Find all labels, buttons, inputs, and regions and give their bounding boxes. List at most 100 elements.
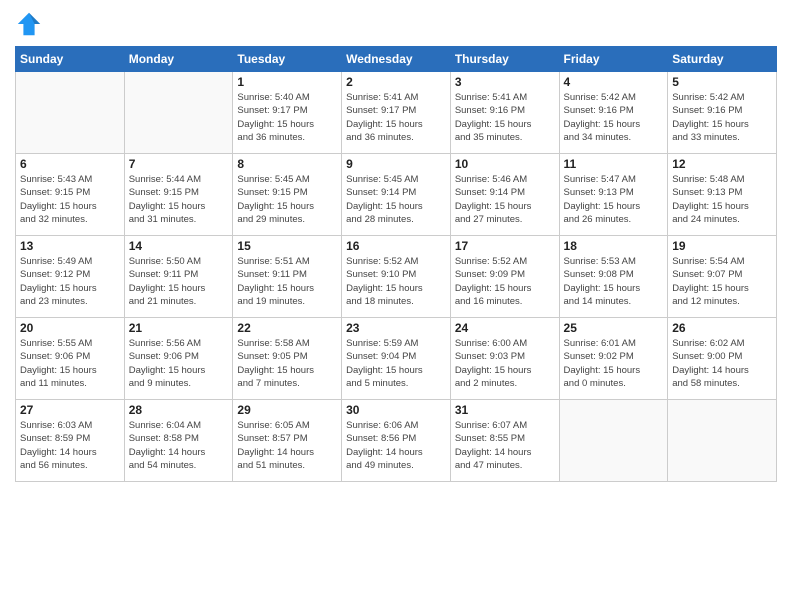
day-number: 20 (20, 321, 120, 335)
page: SundayMondayTuesdayWednesdayThursdayFrid… (0, 0, 792, 612)
weekday-header-thursday: Thursday (450, 47, 559, 72)
day-number: 5 (672, 75, 772, 89)
day-number: 4 (564, 75, 664, 89)
calendar-cell: 5Sunrise: 5:42 AM Sunset: 9:16 PM Daylig… (668, 72, 777, 154)
day-info: Sunrise: 5:54 AM Sunset: 9:07 PM Dayligh… (672, 255, 772, 308)
day-info: Sunrise: 6:00 AM Sunset: 9:03 PM Dayligh… (455, 337, 555, 390)
day-number: 3 (455, 75, 555, 89)
day-info: Sunrise: 6:07 AM Sunset: 8:55 PM Dayligh… (455, 419, 555, 472)
header (15, 10, 777, 38)
day-info: Sunrise: 5:49 AM Sunset: 9:12 PM Dayligh… (20, 255, 120, 308)
weekday-header-sunday: Sunday (16, 47, 125, 72)
day-number: 28 (129, 403, 229, 417)
day-info: Sunrise: 6:03 AM Sunset: 8:59 PM Dayligh… (20, 419, 120, 472)
weekday-header-wednesday: Wednesday (342, 47, 451, 72)
day-info: Sunrise: 5:59 AM Sunset: 9:04 PM Dayligh… (346, 337, 446, 390)
calendar-cell: 21 Sunrise: 5:56 AM Sunset: 9:06 PM Dayli… (124, 318, 233, 400)
calendar-cell: 9Sunrise: 5:45 AM Sunset: 9:14 PM Daylig… (342, 154, 451, 236)
day-number: 18 (564, 239, 664, 253)
logo-icon (15, 10, 43, 38)
calendar-cell: 28 Sunrise: 6:04 AM Sunset: 8:58 PM Dayli… (124, 400, 233, 482)
weekday-header-monday: Monday (124, 47, 233, 72)
day-info: Sunrise: 5:55 AM Sunset: 9:06 PM Dayligh… (20, 337, 120, 390)
day-info: Sunrise: 5:51 AM Sunset: 9:11 PM Dayligh… (237, 255, 337, 308)
day-number: 17 (455, 239, 555, 253)
calendar-cell: 31 Sunrise: 6:07 AM Sunset: 8:55 PM Dayli… (450, 400, 559, 482)
calendar-cell: 13 Sunrise: 5:49 AM Sunset: 9:12 PM Dayli… (16, 236, 125, 318)
calendar-cell (668, 400, 777, 482)
day-info: Sunrise: 5:46 AM Sunset: 9:14 PM Dayligh… (455, 173, 555, 226)
calendar-cell: 7 Sunrise: 5:44 AM Sunset: 9:15 PM Daylig… (124, 154, 233, 236)
day-number: 22 (237, 321, 337, 335)
day-info: Sunrise: 5:52 AM Sunset: 9:09 PM Dayligh… (455, 255, 555, 308)
calendar-cell: 10Sunrise: 5:46 AM Sunset: 9:14 PM Dayli… (450, 154, 559, 236)
calendar-week-1: 1Sunrise: 5:40 AM Sunset: 9:17 PM Daylig… (16, 72, 777, 154)
day-info: Sunrise: 5:47 AM Sunset: 9:13 PM Dayligh… (564, 173, 664, 226)
day-number: 19 (672, 239, 772, 253)
calendar-week-5: 27 Sunrise: 6:03 AM Sunset: 8:59 PM Dayli… (16, 400, 777, 482)
calendar-cell: 17 Sunrise: 5:52 AM Sunset: 9:09 PM Dayli… (450, 236, 559, 318)
day-info: Sunrise: 5:44 AM Sunset: 9:15 PM Dayligh… (129, 173, 229, 226)
day-number: 6 (20, 157, 120, 171)
calendar-week-2: 6 Sunrise: 5:43 AM Sunset: 9:15 PM Daylig… (16, 154, 777, 236)
day-number: 1 (237, 75, 337, 89)
calendar-cell: 30 Sunrise: 6:06 AM Sunset: 8:56 PM Dayli… (342, 400, 451, 482)
day-info: Sunrise: 5:45 AM Sunset: 9:14 PM Dayligh… (346, 173, 446, 226)
calendar-cell: 16Sunrise: 5:52 AM Sunset: 9:10 PM Dayli… (342, 236, 451, 318)
calendar-cell: 27 Sunrise: 6:03 AM Sunset: 8:59 PM Dayli… (16, 400, 125, 482)
day-info: Sunrise: 6:06 AM Sunset: 8:56 PM Dayligh… (346, 419, 446, 472)
calendar-cell: 3Sunrise: 5:41 AM Sunset: 9:16 PM Daylig… (450, 72, 559, 154)
day-number: 26 (672, 321, 772, 335)
day-info: Sunrise: 5:42 AM Sunset: 9:16 PM Dayligh… (564, 91, 664, 144)
calendar: SundayMondayTuesdayWednesdayThursdayFrid… (15, 46, 777, 482)
day-number: 8 (237, 157, 337, 171)
calendar-week-3: 13 Sunrise: 5:49 AM Sunset: 9:12 PM Dayli… (16, 236, 777, 318)
weekday-row: SundayMondayTuesdayWednesdayThursdayFrid… (16, 47, 777, 72)
day-number: 30 (346, 403, 446, 417)
day-info: Sunrise: 5:48 AM Sunset: 9:13 PM Dayligh… (672, 173, 772, 226)
calendar-cell: 18 Sunrise: 5:53 AM Sunset: 9:08 PM Dayli… (559, 236, 668, 318)
calendar-cell: 11 Sunrise: 5:47 AM Sunset: 9:13 PM Dayli… (559, 154, 668, 236)
day-number: 11 (564, 157, 664, 171)
calendar-cell: 8 Sunrise: 5:45 AM Sunset: 9:15 PM Daylig… (233, 154, 342, 236)
day-info: Sunrise: 5:53 AM Sunset: 9:08 PM Dayligh… (564, 255, 664, 308)
day-info: Sunrise: 5:45 AM Sunset: 9:15 PM Dayligh… (237, 173, 337, 226)
day-number: 25 (564, 321, 664, 335)
day-number: 7 (129, 157, 229, 171)
day-info: Sunrise: 5:50 AM Sunset: 9:11 PM Dayligh… (129, 255, 229, 308)
calendar-cell: 12Sunrise: 5:48 AM Sunset: 9:13 PM Dayli… (668, 154, 777, 236)
day-number: 2 (346, 75, 446, 89)
day-info: Sunrise: 5:41 AM Sunset: 9:17 PM Dayligh… (346, 91, 446, 144)
day-number: 24 (455, 321, 555, 335)
day-info: Sunrise: 6:01 AM Sunset: 9:02 PM Dayligh… (564, 337, 664, 390)
calendar-cell: 6 Sunrise: 5:43 AM Sunset: 9:15 PM Daylig… (16, 154, 125, 236)
calendar-cell (559, 400, 668, 482)
calendar-cell: 22Sunrise: 5:58 AM Sunset: 9:05 PM Dayli… (233, 318, 342, 400)
weekday-header-tuesday: Tuesday (233, 47, 342, 72)
calendar-cell: 14Sunrise: 5:50 AM Sunset: 9:11 PM Dayli… (124, 236, 233, 318)
calendar-cell: 23 Sunrise: 5:59 AM Sunset: 9:04 PM Dayli… (342, 318, 451, 400)
logo (15, 10, 47, 38)
day-number: 31 (455, 403, 555, 417)
day-number: 23 (346, 321, 446, 335)
calendar-cell: 20 Sunrise: 5:55 AM Sunset: 9:06 PM Dayli… (16, 318, 125, 400)
calendar-cell: 2 Sunrise: 5:41 AM Sunset: 9:17 PM Daylig… (342, 72, 451, 154)
day-info: Sunrise: 5:43 AM Sunset: 9:15 PM Dayligh… (20, 173, 120, 226)
day-number: 21 (129, 321, 229, 335)
day-number: 29 (237, 403, 337, 417)
weekday-header-saturday: Saturday (668, 47, 777, 72)
day-info: Sunrise: 5:56 AM Sunset: 9:06 PM Dayligh… (129, 337, 229, 390)
day-number: 15 (237, 239, 337, 253)
calendar-cell: 19 Sunrise: 5:54 AM Sunset: 9:07 PM Dayli… (668, 236, 777, 318)
day-info: Sunrise: 6:02 AM Sunset: 9:00 PM Dayligh… (672, 337, 772, 390)
calendar-cell: 24 Sunrise: 6:00 AM Sunset: 9:03 PM Dayli… (450, 318, 559, 400)
calendar-body: 1Sunrise: 5:40 AM Sunset: 9:17 PM Daylig… (16, 72, 777, 482)
day-number: 27 (20, 403, 120, 417)
calendar-cell: 1Sunrise: 5:40 AM Sunset: 9:17 PM Daylig… (233, 72, 342, 154)
calendar-cell (16, 72, 125, 154)
weekday-header-friday: Friday (559, 47, 668, 72)
day-info: Sunrise: 6:04 AM Sunset: 8:58 PM Dayligh… (129, 419, 229, 472)
day-number: 13 (20, 239, 120, 253)
calendar-header: SundayMondayTuesdayWednesdayThursdayFrid… (16, 47, 777, 72)
day-info: Sunrise: 5:52 AM Sunset: 9:10 PM Dayligh… (346, 255, 446, 308)
